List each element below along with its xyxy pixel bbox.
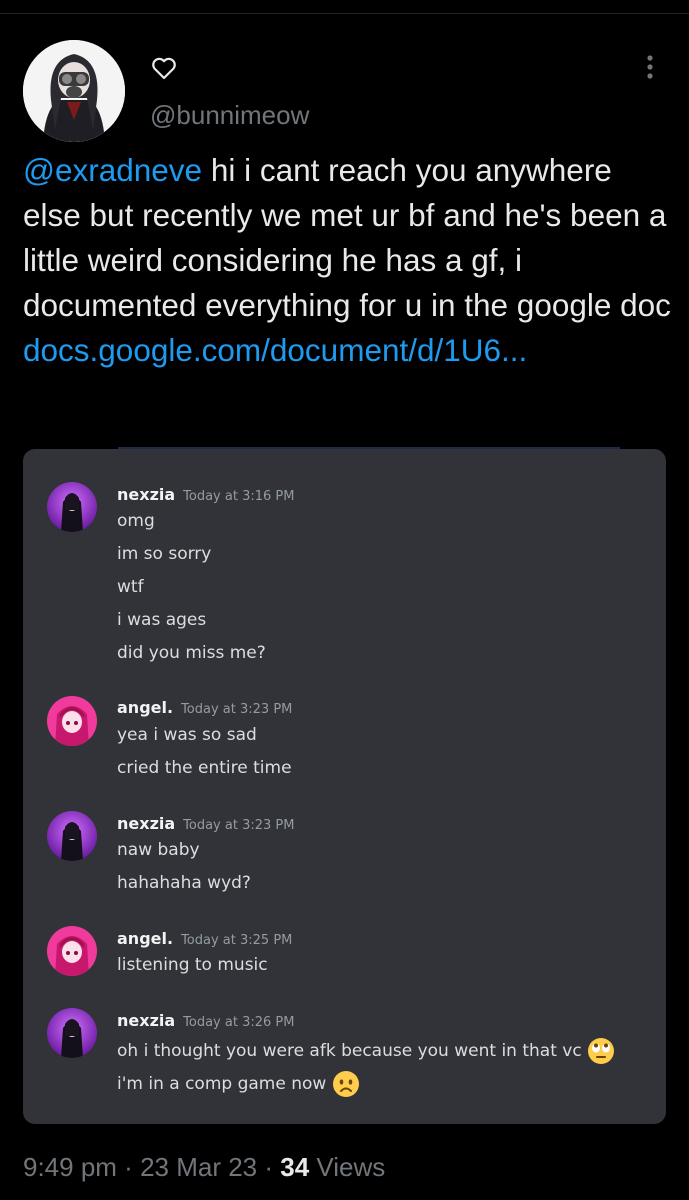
message-header: angel. Today at 3:25 PM [117,929,292,948]
avatar-angel [47,926,97,976]
attached-discord-screenshot[interactable]: nexzia Today at 3:16 PM omg im so sorry w… [23,449,666,1124]
message-header: angel. Today at 3:23 PM [117,698,292,717]
timestamp: Today at 3:16 PM [183,489,295,504]
message-text: hahahaha wyd? [117,873,251,893]
rolling-eyes-emoji [588,1038,615,1064]
message-header: nexzia Today at 3:26 PM [117,1011,294,1030]
message-text: did you miss me? [117,643,266,663]
avatar-angel [47,696,97,746]
message-text: i was ages [117,610,207,630]
username[interactable]: nexzia [117,1011,175,1030]
tweet-time[interactable]: 9:49 pm [23,1152,117,1182]
message-text: naw baby [117,840,200,860]
message-text: listening to music [117,955,268,975]
tweet-text: @exradneve hi i cant reach you anywhere … [23,148,673,373]
username[interactable]: angel. [117,698,173,717]
message-header: nexzia Today at 3:16 PM [117,485,294,504]
message-header: nexzia Today at 3:23 PM [117,814,294,833]
tweet-date[interactable]: 23 Mar 23 [140,1152,257,1182]
message-text: im so sorry [117,544,212,564]
timestamp: Today at 3:23 PM [181,702,293,717]
message-text-row: i'm in a comp game now [117,1070,360,1098]
mention-link[interactable]: @exradneve [23,152,202,188]
frowning-emoji [332,1071,359,1097]
profile-avatar[interactable] [23,40,125,142]
message-text: oh i thought you were afk because you we… [117,1041,582,1061]
views-count[interactable]: 34 [280,1152,309,1182]
message-text: wtf [117,577,144,597]
timestamp: Today at 3:23 PM [183,818,295,833]
message-text: i'm in a comp game now [117,1074,327,1094]
message-text: omg [117,511,155,531]
more-vertical-icon[interactable] [638,52,662,82]
heart-outline-icon[interactable] [150,54,178,82]
username[interactable]: angel. [117,929,173,948]
message-text: yea i was so sad [117,725,257,745]
views-label: Views [309,1152,386,1182]
avatar-nexzia [47,811,97,861]
google-doc-link[interactable]: docs.google.com/document/d/1U6... [23,332,527,368]
timestamp: Today at 3:26 PM [183,1015,295,1030]
separator: · [116,1152,141,1182]
message-text: cried the entire time [117,758,292,778]
avatar-nexzia [47,1008,97,1058]
message-text-row: oh i thought you were afk because you we… [117,1037,615,1065]
timestamp: Today at 3:25 PM [181,933,293,948]
separator: · [257,1152,281,1182]
tweet-meta: 9:49 pm · 23 Mar 23 · 34 Views [23,1152,385,1183]
username[interactable]: nexzia [117,814,175,833]
avatar-nexzia [47,482,97,532]
username[interactable]: nexzia [117,485,175,504]
user-handle[interactable]: @bunnimeow [150,100,309,131]
top-divider [0,13,689,14]
